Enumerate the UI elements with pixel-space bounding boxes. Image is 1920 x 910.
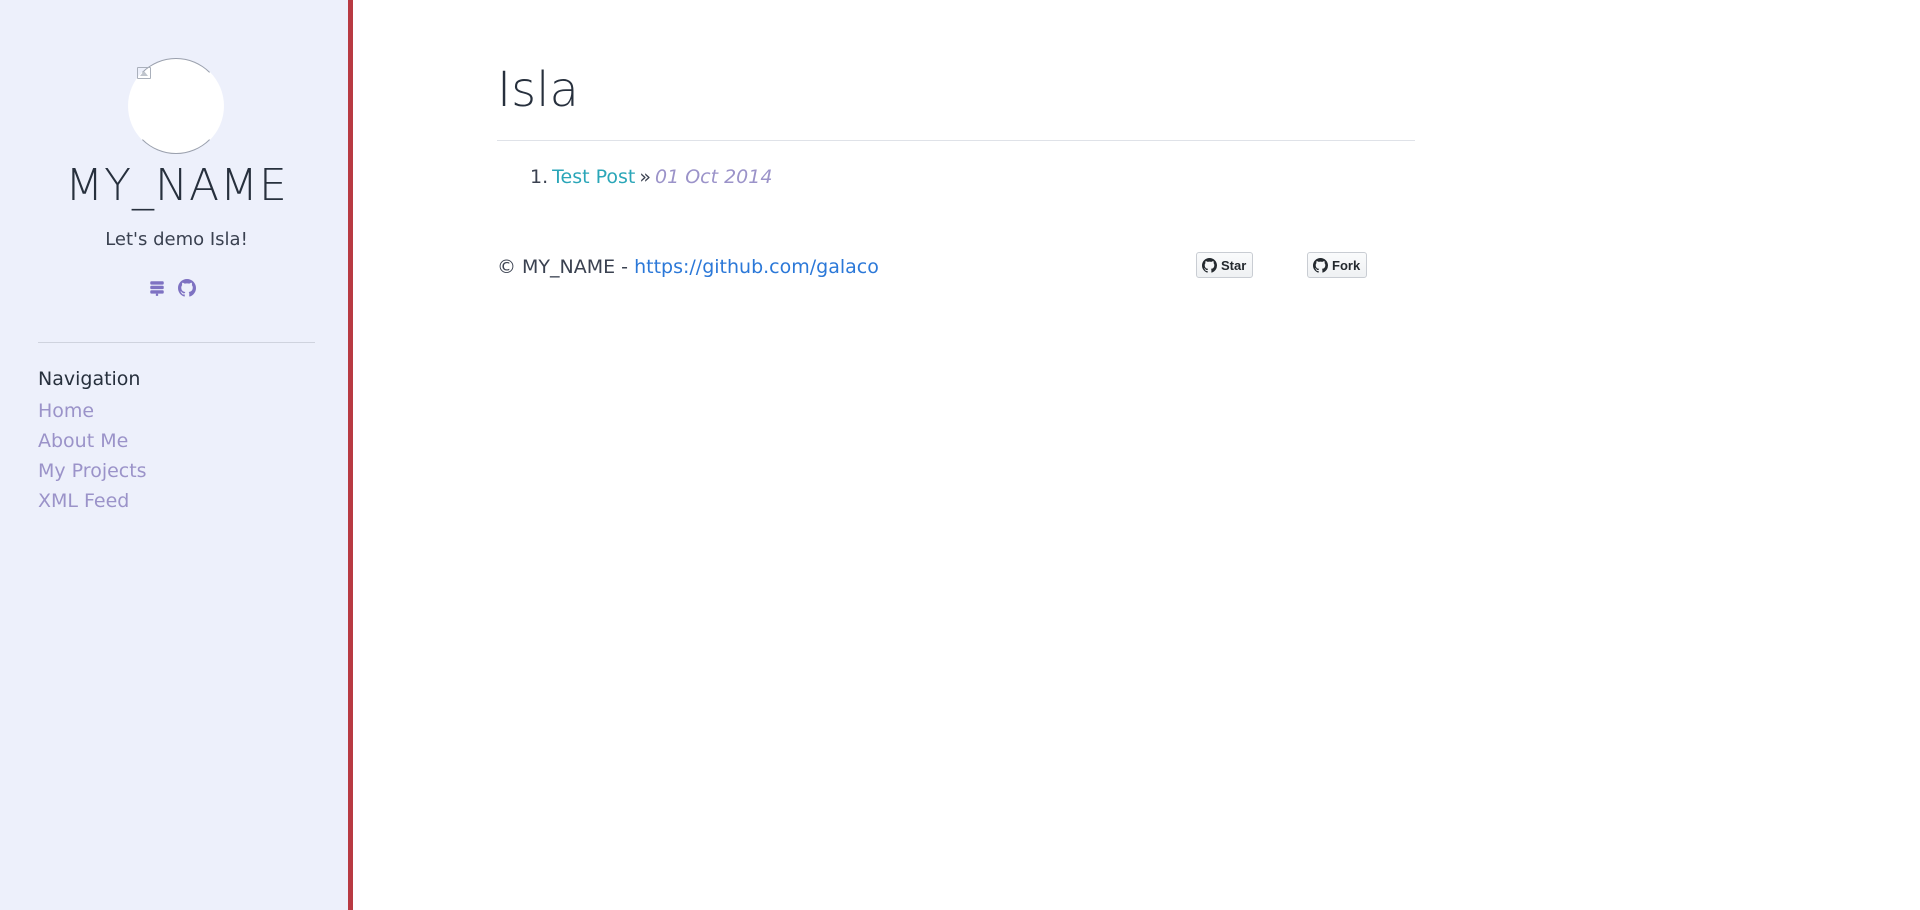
avatar <box>128 58 224 154</box>
broken-image-icon <box>137 67 151 79</box>
navigation-heading: Navigation <box>38 368 141 390</box>
post-link[interactable]: Test Post <box>552 166 635 188</box>
nav-item-my-projects[interactable]: My Projects <box>38 456 147 486</box>
github-icon <box>1202 257 1217 273</box>
sidebar-navigation: Navigation Home About Me My Projects XML… <box>38 366 147 516</box>
footer-copyright: © MY_NAME - <box>497 256 635 278</box>
rss-stack-icon[interactable] <box>148 279 166 297</box>
fork-label: Fork <box>1332 257 1361 273</box>
github-icon <box>1313 257 1328 273</box>
nav-item-xml-feed[interactable]: XML Feed <box>38 486 147 516</box>
github-fork-button[interactable]: Fork <box>1307 252 1368 278</box>
post-number: 1. <box>530 166 549 188</box>
sidebar: MY_NAME Let's demo Isla! Navigation Home… <box>0 0 353 910</box>
github-icon[interactable] <box>178 279 196 297</box>
site-name: MY_NAME <box>65 160 288 211</box>
post-separator: » <box>639 166 651 188</box>
post-list: 1. Test Post» 01 Oct 2014 <box>530 166 772 188</box>
site-tagline: Let's demo Isla! <box>105 229 248 250</box>
page-title: Isla <box>497 62 579 118</box>
footer: © MY_NAME - https://github.com/galaco <box>497 256 1415 278</box>
star-label: Star <box>1221 257 1247 273</box>
nav-item-home[interactable]: Home <box>38 396 147 426</box>
sidebar-divider <box>38 342 315 343</box>
footer-github-link[interactable]: https://github.com/galaco <box>634 256 879 278</box>
github-star-button[interactable]: Star <box>1196 252 1254 278</box>
social-links <box>148 279 196 297</box>
nav-item-about-me[interactable]: About Me <box>38 426 147 456</box>
title-divider <box>497 140 1415 141</box>
post-date: 01 Oct 2014 <box>654 166 773 188</box>
